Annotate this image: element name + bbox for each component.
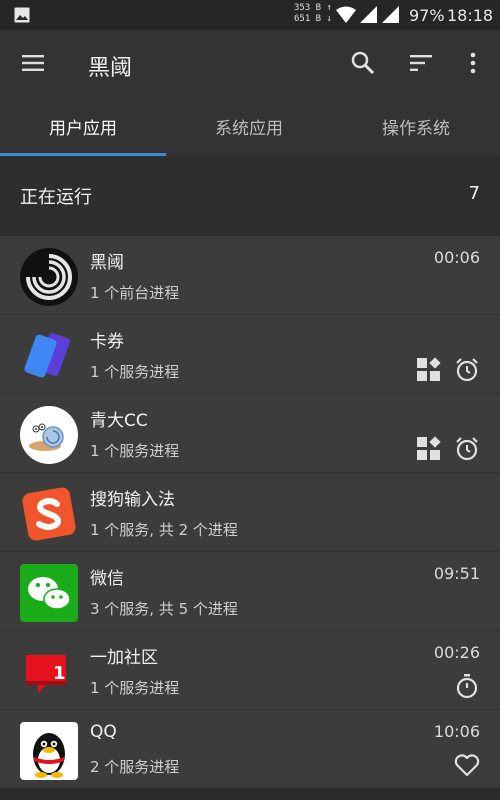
app-list: 黑阈 1 个前台进程 00:06 卡券 1 个服务进程 青大CC 1 个服务进程…	[0, 236, 500, 800]
running-count: 7	[468, 183, 480, 204]
app-badges	[454, 752, 480, 778]
app-badges	[416, 357, 480, 383]
app-time: 10:06	[433, 722, 480, 741]
clock: 18:18	[447, 6, 494, 25]
app-process-info: 2 个服务进程	[90, 758, 180, 776]
app-name: 一加社区	[90, 648, 158, 668]
stopwatch-icon	[456, 674, 478, 699]
sogou-input-app-icon	[22, 487, 76, 541]
wifi-icon	[336, 6, 356, 23]
app-toolbar: 黑阈	[0, 30, 500, 96]
list-item[interactable]: 黑阈 1 个前台进程 00:06	[0, 236, 500, 315]
app-name: 黑阈	[90, 253, 124, 273]
list-item[interactable]: QQ 2 个服务进程 10:06	[0, 710, 500, 789]
list-item[interactable]: 微信 3 个服务, 共 5 个进程 09:51	[0, 552, 500, 631]
heart-icon	[454, 754, 480, 777]
app-process-info: 1 个前台进程	[90, 284, 180, 302]
app-badges	[454, 673, 480, 699]
running-section-header: 正在运行 7	[0, 156, 500, 234]
qingda-cc-app-icon	[20, 406, 78, 464]
section-label: 正在运行	[20, 187, 92, 208]
sort-icon[interactable]	[408, 50, 434, 76]
wechat-app-icon	[20, 564, 78, 622]
app-process-info: 1 个服务进程	[90, 442, 180, 460]
search-icon[interactable]	[350, 50, 376, 76]
app-title: 黑阈	[88, 56, 133, 81]
signal-icon	[382, 6, 399, 23]
app-name: 青大CC	[90, 411, 148, 431]
list-item[interactable]: 卡券 1 个服务进程	[0, 315, 500, 394]
app-name: 微信	[90, 569, 124, 589]
brevent-app-icon	[20, 248, 78, 306]
tab-os[interactable]: 操作系统	[333, 96, 499, 156]
list-item[interactable]: 1 一加社区 1 个服务进程 00:26	[0, 631, 500, 710]
alarm-icon	[456, 358, 478, 382]
app-name: 卡券	[90, 332, 124, 352]
widget-icon	[417, 357, 441, 381]
app-name: 搜狗输入法	[90, 490, 175, 510]
app-process-info: 3 个服务, 共 5 个进程	[90, 600, 238, 618]
oneplus-community-app-icon: 1	[26, 655, 66, 693]
app-process-info: 1 个服务进程	[90, 363, 180, 381]
tab-system-apps[interactable]: 系统应用	[166, 96, 332, 156]
status-bar: 353 B ↑ 651 B ↓ 97% 18:18	[0, 0, 500, 30]
app-process-info: 1 个服务进程	[90, 679, 180, 697]
gallery-notification-icon	[14, 7, 30, 23]
app-time: 00:06	[433, 248, 480, 267]
tab-bar: 用户应用 系统应用 操作系统	[0, 96, 500, 156]
wallet-app-icon	[24, 333, 70, 378]
app-badges	[416, 436, 480, 462]
svg-text:1: 1	[53, 663, 66, 684]
network-speed: 353 B ↑ 651 B ↓	[294, 3, 332, 24]
menu-icon[interactable]	[20, 50, 46, 76]
app-name: QQ	[90, 722, 117, 742]
app-process-info: 1 个服务, 共 2 个进程	[90, 521, 238, 539]
app-time: 09:51	[433, 564, 480, 583]
signal-icon	[360, 6, 377, 23]
tab-user-apps[interactable]: 用户应用	[0, 96, 166, 156]
app-time: 00:26	[433, 643, 480, 662]
battery-level: 97%	[409, 6, 445, 25]
more-vert-icon[interactable]	[463, 50, 483, 76]
qq-app-icon	[20, 722, 78, 780]
alarm-icon	[456, 437, 478, 461]
list-item[interactable]: 搜狗输入法 1 个服务, 共 2 个进程	[0, 473, 500, 552]
list-item[interactable]: 青大CC 1 个服务进程	[0, 394, 500, 473]
widget-icon	[417, 436, 441, 460]
